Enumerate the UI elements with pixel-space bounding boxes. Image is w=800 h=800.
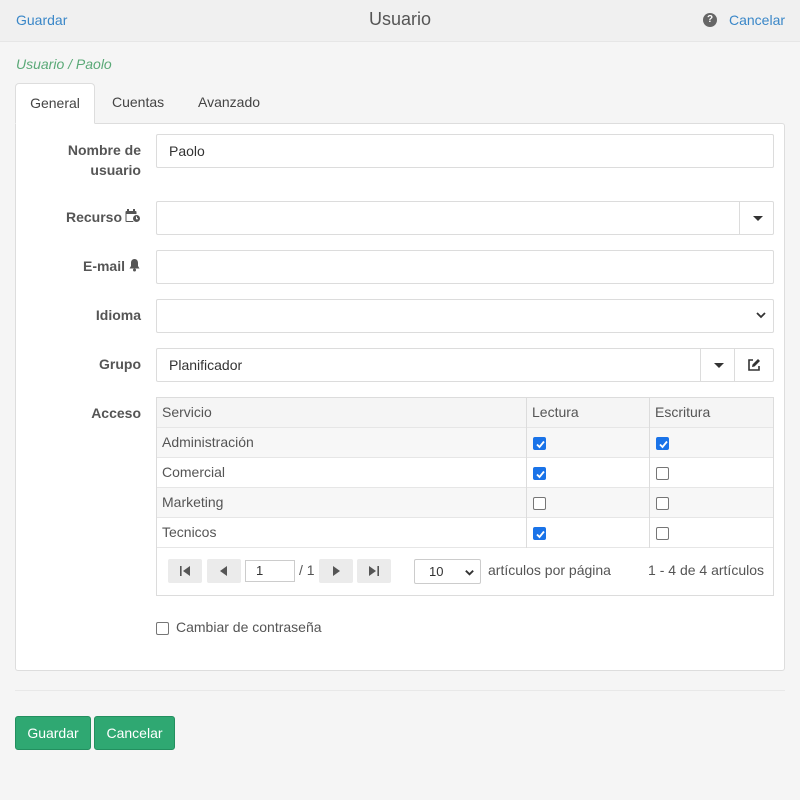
grid-header-row: Servicio Lectura Escritura (157, 398, 773, 428)
next-page-icon (333, 566, 340, 576)
table-row: Marketing (157, 488, 773, 518)
change-password-label[interactable]: Cambiar de contraseña (176, 619, 322, 635)
caret-down-icon (753, 216, 763, 221)
header-cancel-link[interactable]: Cancelar (729, 12, 785, 28)
divider (15, 690, 785, 691)
group-dropdown-button[interactable] (700, 349, 734, 381)
previous-page-icon (220, 566, 227, 576)
read-checkbox[interactable] (533, 527, 546, 540)
cancel-button[interactable]: Cancelar (94, 716, 175, 750)
email-field[interactable] (156, 250, 774, 284)
table-row: Comercial (157, 458, 773, 488)
chevron-down-icon (756, 312, 766, 319)
tab-cuentas[interactable]: Cuentas (112, 83, 164, 124)
tab-general[interactable]: General (15, 83, 95, 124)
top-bar: Guardar Usuario ? Cancelar (0, 0, 800, 42)
calendar-clock-icon (125, 208, 141, 228)
first-page-button[interactable] (168, 559, 202, 583)
page-size-label: artículos por página (488, 562, 611, 578)
checkmark-icon (659, 440, 668, 449)
group-edit-button[interactable] (734, 349, 773, 381)
save-button[interactable]: Guardar (15, 716, 91, 750)
language-label: Idioma (95, 307, 141, 323)
change-password-checkbox[interactable] (156, 622, 169, 635)
bell-icon (128, 257, 141, 277)
service-cell: Comercial (162, 464, 226, 480)
email-label: E-mail (83, 256, 141, 277)
help-icon[interactable]: ? (703, 13, 717, 27)
next-page-button[interactable] (319, 559, 353, 583)
service-cell: Administración (162, 434, 254, 450)
page-size-select[interactable]: 10 (414, 559, 481, 584)
grid-pager: 1 / 1 10 artículos por página 1 - 4 de 4… (157, 548, 773, 595)
access-label: Acceso (91, 405, 141, 421)
table-row: Tecnicos (157, 518, 773, 548)
last-page-button[interactable] (357, 559, 391, 583)
column-divider (526, 398, 527, 548)
language-select[interactable] (156, 299, 774, 333)
breadcrumb: Usuario / Paolo (16, 56, 112, 72)
write-checkbox[interactable] (656, 527, 669, 540)
read-checkbox[interactable] (533, 467, 546, 480)
previous-page-button[interactable] (207, 559, 241, 583)
resource-dropdown-button[interactable] (739, 202, 773, 234)
caret-down-icon (714, 363, 724, 368)
column-divider (649, 398, 650, 548)
table-row: Administración (157, 428, 773, 458)
write-checkbox[interactable] (656, 467, 669, 480)
write-checkbox[interactable] (656, 437, 669, 450)
column-header-write[interactable]: Escritura (650, 398, 710, 428)
column-header-read[interactable]: Lectura (527, 398, 579, 428)
write-checkbox[interactable] (656, 497, 669, 510)
resource-combobox[interactable] (156, 201, 774, 235)
service-cell: Tecnicos (162, 524, 217, 540)
username-label: Nombre de usuario (67, 142, 141, 178)
username-input[interactable]: Paolo (156, 134, 774, 168)
group-label: Grupo (99, 356, 141, 372)
checkmark-icon (536, 440, 545, 449)
checkmark-icon (536, 530, 545, 539)
column-header-service[interactable]: Servicio (157, 398, 212, 428)
resource-label: Recurso (66, 207, 141, 228)
tab-avanzado[interactable]: Avanzado (198, 83, 260, 124)
first-page-icon (180, 566, 190, 576)
group-combobox[interactable]: Planificador (156, 348, 774, 382)
last-page-icon (369, 566, 379, 576)
read-checkbox[interactable] (533, 437, 546, 450)
service-cell: Marketing (162, 494, 224, 510)
access-grid: Servicio Lectura Escritura Administració… (156, 397, 774, 596)
chevron-down-icon (465, 570, 474, 576)
page-title: Usuario (368, 9, 432, 29)
read-checkbox[interactable] (533, 497, 546, 510)
page-total: / 1 (299, 562, 315, 578)
pager-info: 1 - 4 de 4 artículos (648, 562, 764, 578)
page-number-input[interactable]: 1 (245, 560, 295, 582)
edit-icon (748, 359, 760, 371)
checkmark-icon (536, 470, 545, 479)
